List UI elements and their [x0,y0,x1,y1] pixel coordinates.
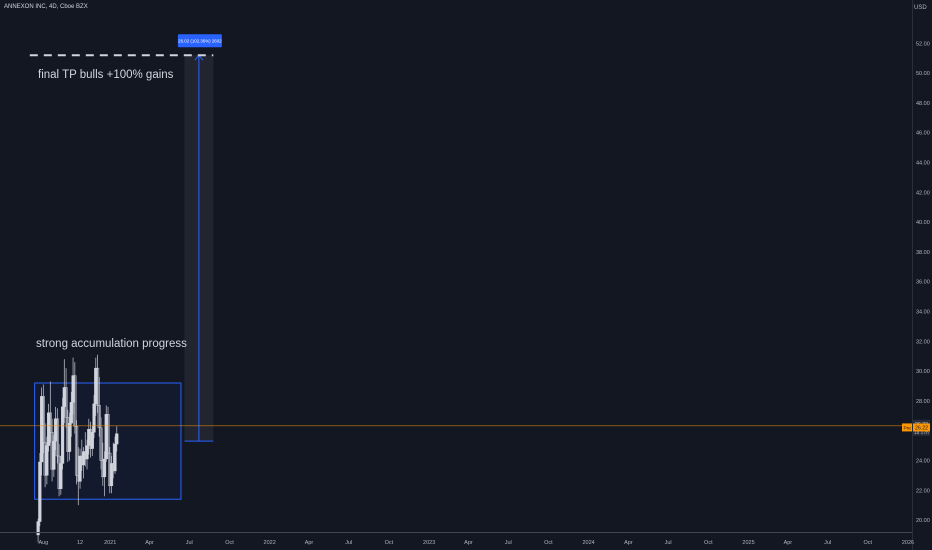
y-tick-label: 22.00 [916,488,930,494]
x-tick-label: Jul [345,540,352,546]
candle-body [64,387,68,418]
candle-body [85,445,89,460]
candle-body [115,433,119,445]
candle [74,420,79,485]
candle-body [97,405,101,428]
x-tick-label: Aug [38,540,48,546]
candle-body [113,443,117,472]
y-tick-label: 52.00 [916,41,930,47]
x-tick-label: 2024 [582,540,594,546]
candle-body [92,403,96,433]
x-tick-label: 2023 [423,540,435,546]
candle-body [59,463,63,489]
candle-body [102,458,107,478]
y-tick-label: 24.00 [916,458,930,464]
y-tick-label: 48.00 [916,101,930,107]
y-tick-label: 42.00 [916,190,930,196]
x-tick-label: Oct [225,540,234,546]
candle-body [41,396,45,443]
candle-body [55,418,59,457]
candle-body [60,406,65,464]
x-tick-label: Oct [864,540,873,546]
x-tick-label: Oct [544,540,553,546]
candle-body [73,375,77,427]
y-tick-label: 46.00 [916,131,930,137]
measure-label: 26.02 (102.36%) 2602 [178,39,222,44]
x-tick-label: 2025 [742,540,754,546]
y-tick-label: 40.00 [916,220,930,226]
x-tick-label: 12 [77,540,83,546]
x-tick-label: Oct [704,540,713,546]
candle [95,354,100,413]
x-tick-label: Apr [784,540,793,546]
y-tick-label: 32.00 [916,339,930,345]
y-tick-label: 38.00 [916,250,930,256]
candle-body [52,440,56,470]
x-tick-label: 2022 [264,540,276,546]
candle-body [38,461,42,522]
x-tick-label: Apr [145,540,154,546]
y-tick-label: 44.00 [916,161,930,167]
overlay-layer: final TP bulls +100% gains strong accumul… [0,34,912,427]
y-tick-label: 30.00 [916,369,930,375]
y-tick-label: 20.00 [916,518,930,524]
x-tick-label: Oct [385,540,394,546]
pre-market-label: Pre [904,425,912,431]
price-chart[interactable]: final TP bulls +100% gains strong accumul… [0,0,932,550]
candle-body [48,412,52,433]
candle [73,362,77,434]
accumulation-annotation: strong accumulation progress [36,338,187,350]
x-tick-label: Jul [505,540,512,546]
candle [60,397,65,470]
y-tick-label: 50.00 [916,71,930,77]
x-tick-label: Jul [665,540,672,546]
x-tick-label: 2021 [104,540,116,546]
candle-body [69,402,73,424]
x-tick-label: Apr [464,540,473,546]
x-tick-label: Apr [305,540,314,546]
candle-body [67,423,72,452]
candle-body [45,445,49,476]
x-tick-label: Apr [624,540,633,546]
x-tick-label: Jul [186,540,193,546]
target-annotation: final TP bulls +100% gains [38,69,174,81]
candle [38,453,42,527]
candle-body [95,367,100,406]
candle-body [99,427,103,461]
candle-body [74,426,79,476]
y-tick-label: 34.00 [916,310,930,316]
y-tick-label: 28.00 [916,399,930,405]
candle [106,406,110,459]
y-tick-label: 36.00 [916,280,930,286]
pre-price-text: 26.22 [915,425,928,431]
candle-body [106,414,110,454]
x-tick-label: 2026 [902,540,914,546]
x-tick-label: Jul [824,540,831,546]
candle-body [90,431,94,449]
candle [36,518,40,543]
